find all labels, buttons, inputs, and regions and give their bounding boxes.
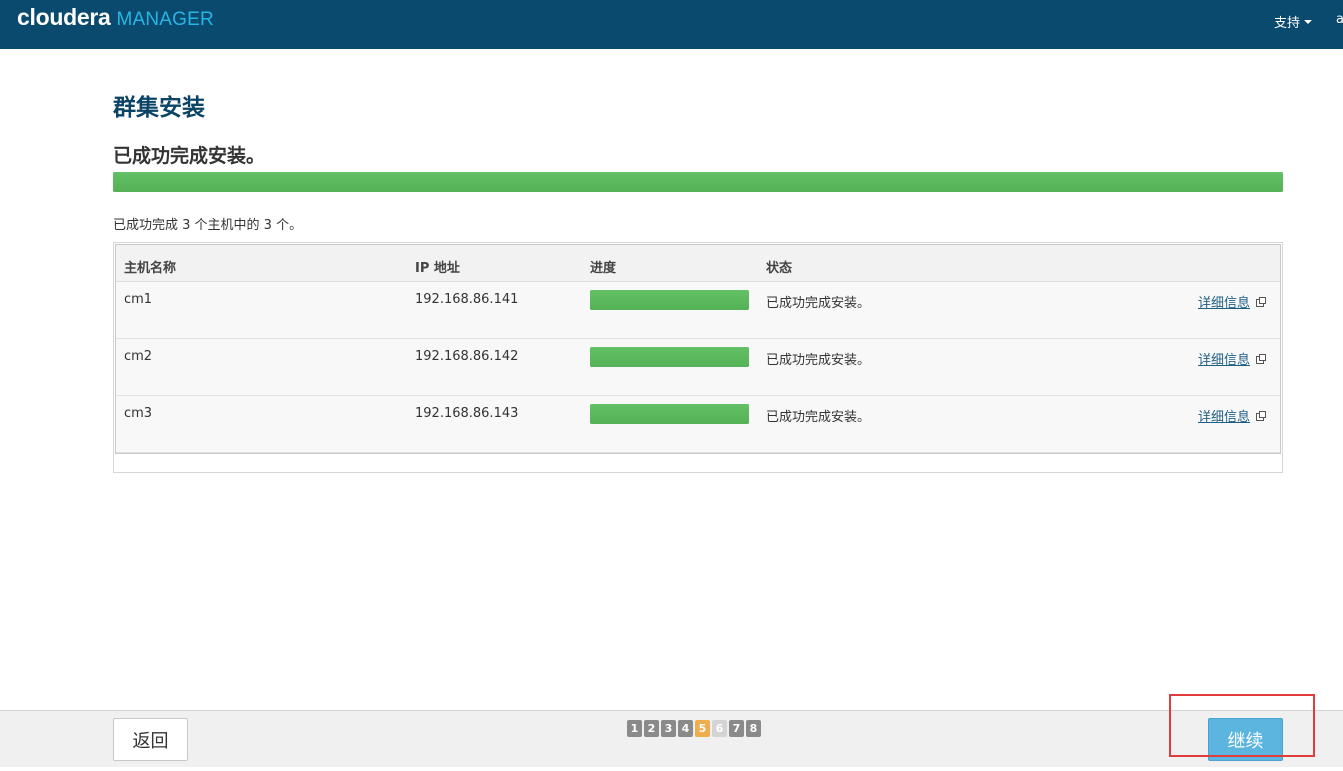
wizard-step-8[interactable]: 8	[746, 720, 761, 737]
overall-progress-fill	[113, 172, 1283, 192]
wizard-step-2[interactable]: 2	[644, 720, 659, 737]
install-summary: 已成功完成 3 个主机中的 3 个。	[113, 218, 303, 233]
logo-brand-text: cloudera	[17, 4, 111, 30]
host-progress-bar	[590, 347, 749, 367]
host-name: cm2	[124, 349, 153, 364]
external-link-icon	[1256, 411, 1267, 421]
wizard-step-1[interactable]: 1	[627, 720, 642, 737]
wizard-step-4[interactable]: 4	[678, 720, 693, 737]
host-ip: 192.168.86.143	[415, 406, 519, 421]
overall-progress-bar	[113, 172, 1283, 192]
back-button[interactable]: 返回	[113, 718, 188, 761]
bottom-strip	[0, 767, 1343, 771]
column-header-ip: IP 地址	[415, 261, 460, 276]
column-header-host: 主机名称	[124, 261, 177, 276]
logo-product-text: MANAGER	[116, 9, 214, 30]
host-progress-fill	[590, 347, 749, 367]
host-progress-fill	[590, 404, 749, 424]
wizard-footer: 返回 1 2 3 4 5 6 7 8 继续	[0, 710, 1343, 767]
table-row: cm2 192.168.86.142 已成功完成安装。 详细信息	[116, 339, 1280, 396]
caret-down-icon	[1304, 19, 1313, 24]
host-progress	[590, 347, 749, 367]
host-status: 已成功完成安装。	[766, 410, 871, 425]
details-link-label: 详细信息	[1198, 353, 1251, 368]
user-menu[interactable]: a	[1336, 12, 1343, 27]
wizard-step-indicator: 1 2 3 4 5 6 7 8	[627, 720, 761, 737]
external-link-icon	[1256, 297, 1267, 307]
wizard-step-5-current: 5	[695, 720, 710, 737]
host-progress	[590, 404, 749, 424]
host-install-table: 主机名称 IP 地址 进度 状态 cm1 192.168.86.141 已成功完…	[113, 242, 1283, 473]
host-ip: 192.168.86.142	[415, 349, 519, 364]
host-name: cm3	[124, 406, 153, 421]
details-link[interactable]: 详细信息	[1198, 292, 1267, 311]
wizard-step-7[interactable]: 7	[729, 720, 744, 737]
host-ip: 192.168.86.141	[415, 292, 519, 307]
table-header-row: 主机名称 IP 地址 进度 状态	[116, 245, 1280, 282]
details-link-label: 详细信息	[1198, 296, 1251, 311]
host-progress-bar	[590, 404, 749, 424]
top-navbar: cloudera MANAGER 支持 a	[0, 0, 1343, 49]
host-progress-bar	[590, 290, 749, 310]
table-row: cm3 192.168.86.143 已成功完成安装。 详细信息	[116, 396, 1280, 453]
wizard-step-6: 6	[712, 720, 727, 737]
host-progress-fill	[590, 290, 749, 310]
host-status: 已成功完成安装。	[766, 296, 871, 311]
host-progress	[590, 290, 749, 310]
install-status-heading: 已成功完成安装。	[113, 145, 266, 167]
support-menu[interactable]: 支持	[1274, 12, 1313, 31]
details-link[interactable]: 详细信息	[1198, 349, 1267, 368]
cloudera-manager-logo[interactable]: cloudera MANAGER	[17, 4, 214, 36]
host-name: cm1	[124, 292, 153, 307]
support-menu-label: 支持	[1274, 16, 1301, 31]
continue-button[interactable]: 继续	[1208, 718, 1283, 761]
external-link-icon	[1256, 354, 1267, 364]
details-link[interactable]: 详细信息	[1198, 406, 1267, 425]
wizard-step-3[interactable]: 3	[661, 720, 676, 737]
column-header-status: 状态	[766, 261, 793, 276]
column-header-progress: 进度	[590, 261, 617, 276]
page-title: 群集安装	[113, 95, 205, 121]
details-link-label: 详细信息	[1198, 410, 1251, 425]
host-status: 已成功完成安装。	[766, 353, 871, 368]
table-row: cm1 192.168.86.141 已成功完成安装。 详细信息	[116, 282, 1280, 339]
host-table-body: 主机名称 IP 地址 进度 状态 cm1 192.168.86.141 已成功完…	[115, 244, 1281, 454]
